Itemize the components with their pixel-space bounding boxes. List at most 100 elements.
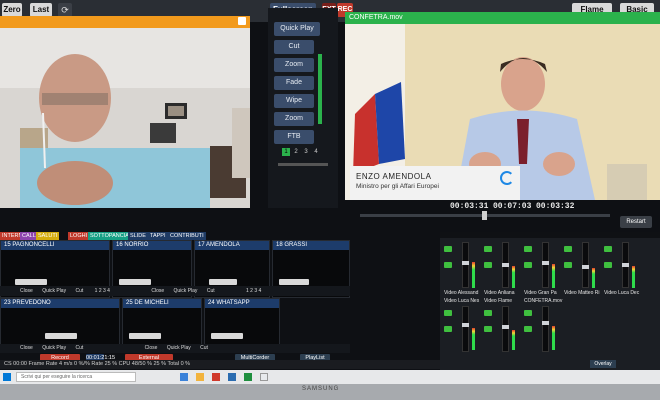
fader-knob[interactable]: [462, 261, 469, 265]
page-3-button[interactable]: 3: [302, 148, 310, 156]
channel-label: Video Luca Dec: [604, 290, 640, 296]
zero-button[interactable]: Zero: [2, 3, 22, 17]
cut-button[interactable]: Cut: [75, 345, 83, 351]
audio-bus-button[interactable]: [524, 262, 532, 268]
level-meter: [552, 326, 555, 350]
close-button[interactable]: Close: [151, 288, 164, 294]
audio-enable-button[interactable]: [444, 246, 452, 252]
audio-enable-button[interactable]: [484, 310, 492, 316]
cut-button[interactable]: Cut: [200, 345, 208, 351]
pdf-icon[interactable]: [212, 373, 220, 381]
audio-enable-button[interactable]: [524, 310, 532, 316]
fader-knob[interactable]: [502, 325, 509, 329]
folder-icon[interactable]: [196, 373, 204, 381]
volume-fader[interactable]: [462, 242, 469, 288]
t-bar-slider[interactable]: [278, 163, 328, 166]
page-4-button[interactable]: 4: [312, 148, 320, 156]
overlay-button[interactable]: Overlay: [590, 360, 616, 368]
cut-button[interactable]: Cut: [207, 288, 215, 294]
volume-fader[interactable]: [462, 306, 469, 352]
seek-handle[interactable]: [482, 211, 487, 220]
taskbar-search-input[interactable]: Scrivi qui per eseguire la ricerca: [16, 372, 136, 382]
level-meter: [472, 328, 475, 350]
tab-loghi[interactable]: LOGHI: [68, 232, 90, 240]
excel-icon[interactable]: [244, 373, 252, 381]
volume-fader[interactable]: [622, 242, 629, 288]
close-button[interactable]: Close: [145, 345, 158, 351]
input-slot[interactable]: 25 DE MICHELI: [122, 298, 202, 350]
volume-fader[interactable]: [502, 306, 509, 352]
slot-title: 16 NORRIO: [113, 241, 191, 250]
fader-knob[interactable]: [462, 323, 469, 327]
channel-label: Video Matteo Ri: [564, 290, 600, 296]
tab-slide[interactable]: SLIDE: [128, 232, 148, 240]
lower-third-role: Ministro per gli Affari Europei: [356, 183, 439, 190]
taskbar-app-icon[interactable]: [180, 373, 188, 381]
page-numbers[interactable]: 1 2 3 4: [246, 288, 261, 294]
lower-third-graphic: ENZO AMENDOLA Ministro per gli Affari Eu…: [350, 166, 520, 200]
level-meter: [592, 268, 595, 288]
audio-bus-button[interactable]: [484, 262, 492, 268]
quick-play-button[interactable]: Quick Play: [42, 288, 66, 294]
tab-contributi[interactable]: CONTRIBUTI: [168, 232, 206, 240]
volume-fader[interactable]: [502, 242, 509, 288]
fader-knob[interactable]: [582, 265, 589, 269]
fade-button[interactable]: Fade: [274, 76, 314, 90]
lower-third-name: ENZO AMENDOLA: [356, 172, 432, 181]
last-button[interactable]: Last: [30, 3, 52, 17]
audio-enable-button[interactable]: [564, 246, 572, 252]
vmix-window: Zero Last ⟳ Fullscreen EXT REC Flame Inp…: [0, 0, 660, 370]
preview-settings-icon[interactable]: [238, 17, 246, 25]
quick-play-button[interactable]: Quick Play: [42, 345, 66, 351]
tab-sottopancia[interactable]: SOTTOPANCIA: [88, 232, 131, 240]
windows-start-icon[interactable]: [3, 373, 11, 381]
level-meter: [632, 266, 635, 288]
tab-saluti[interactable]: SALUTI: [36, 232, 60, 240]
output-seek-bar[interactable]: [360, 211, 610, 220]
audio-enable-button[interactable]: [524, 246, 532, 252]
chrome-icon[interactable]: [260, 373, 268, 381]
input-slot[interactable]: 23 PREVEDONO: [0, 298, 120, 350]
page-2-button[interactable]: 2: [292, 148, 300, 156]
close-button[interactable]: Close: [20, 345, 33, 351]
audio-bus-button[interactable]: [444, 262, 452, 268]
channel-label: Video Flame: [484, 298, 512, 304]
audio-bus-button[interactable]: [444, 326, 452, 332]
wipe-button[interactable]: Wipe: [274, 94, 314, 108]
quick-play-button[interactable]: Quick Play: [274, 22, 320, 36]
fader-knob[interactable]: [542, 321, 549, 325]
volume-fader[interactable]: [582, 242, 589, 288]
zoom2-button[interactable]: Zoom: [274, 112, 314, 126]
audio-bus-button[interactable]: [604, 262, 612, 268]
slot-thumbnail-label: [45, 333, 77, 339]
restart-button[interactable]: Restart: [620, 216, 652, 228]
cut-button[interactable]: Cut: [274, 40, 314, 54]
input-slot[interactable]: 24 WHATSAPP: [204, 298, 280, 350]
ftb-button[interactable]: FTB: [274, 130, 314, 144]
cut-button[interactable]: Cut: [75, 288, 83, 294]
close-button[interactable]: Close: [20, 288, 33, 294]
quick-play-button[interactable]: Quick Play: [174, 288, 198, 294]
audio-enable-button[interactable]: [444, 310, 452, 316]
page-numbers[interactable]: 1 2 3 4: [95, 288, 110, 294]
audio-enable-button[interactable]: [484, 246, 492, 252]
audio-enable-button[interactable]: [604, 246, 612, 252]
audio-mixer: Video Alessand Video Anliana Video Gran …: [440, 232, 660, 370]
volume-fader[interactable]: [542, 306, 549, 352]
volume-fader[interactable]: [542, 242, 549, 288]
word-icon[interactable]: [228, 373, 236, 381]
audio-bus-button[interactable]: [484, 326, 492, 332]
audio-bus-button[interactable]: [564, 262, 572, 268]
fader-knob[interactable]: [502, 263, 509, 267]
channel-label: Video Gran Pa: [524, 290, 557, 296]
level-meter: [472, 262, 475, 288]
fader-knob[interactable]: [622, 263, 629, 267]
level-meter: [512, 266, 515, 288]
page-1-button[interactable]: 1: [282, 148, 290, 156]
quick-play-button[interactable]: Quick Play: [167, 345, 191, 351]
fader-knob[interactable]: [542, 261, 549, 265]
tab-tappi[interactable]: TAPPI: [148, 232, 168, 240]
refresh-icon[interactable]: ⟳: [58, 3, 72, 17]
zoom-button[interactable]: Zoom: [274, 58, 314, 72]
audio-bus-button[interactable]: [524, 326, 532, 332]
